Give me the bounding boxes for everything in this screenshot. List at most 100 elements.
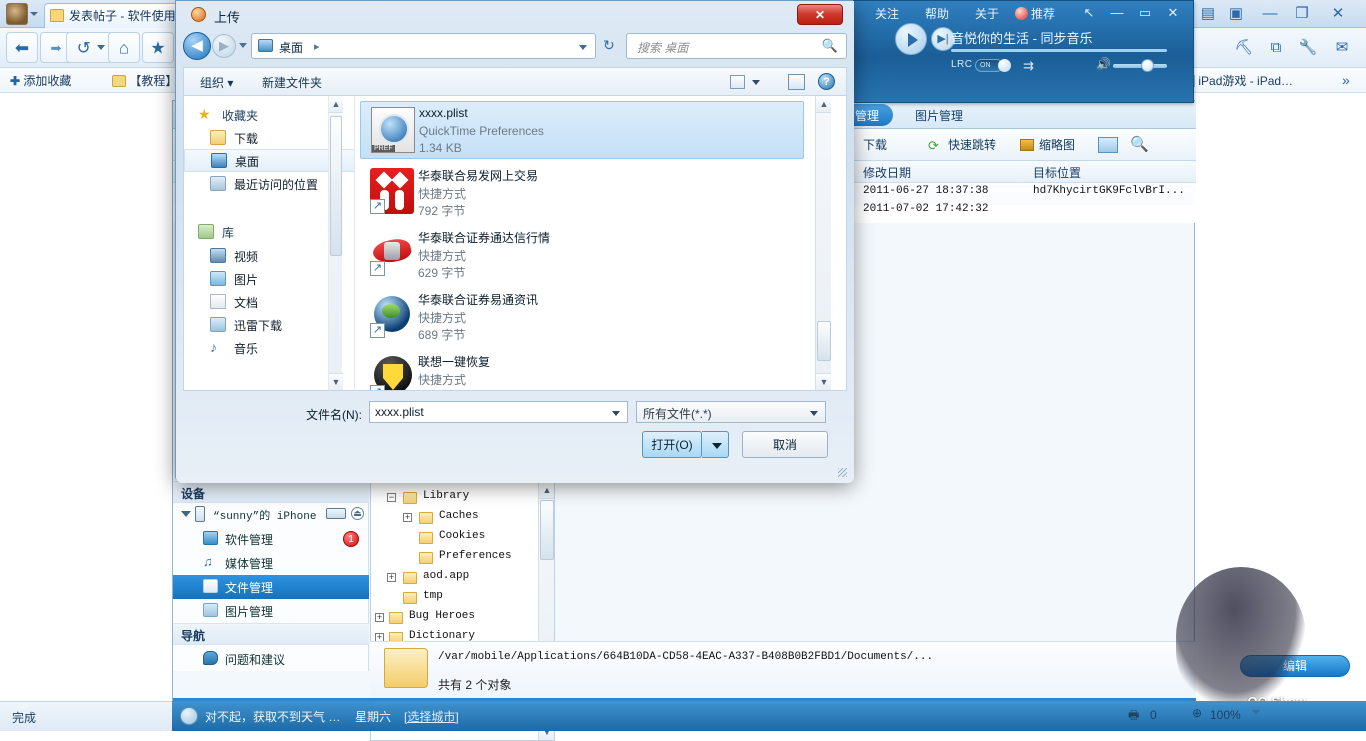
chevron-down-icon[interactable] bbox=[752, 80, 760, 85]
playback-progress-bar[interactable] bbox=[951, 49, 1167, 52]
device-root[interactable]: “sunny”的 iPhone ⏏ bbox=[173, 503, 369, 527]
tab-picture-manage[interactable]: 图片管理 bbox=[901, 104, 977, 126]
scrollbar-thumb[interactable] bbox=[540, 500, 554, 560]
chevron-down-icon[interactable] bbox=[30, 12, 38, 16]
navpane-scrollbar[interactable]: ▲ ▼ bbox=[328, 96, 343, 390]
scroll-down-icon[interactable]: ▼ bbox=[816, 373, 831, 390]
scrollbar-thumb[interactable] bbox=[817, 321, 831, 361]
filename-input[interactable]: xxxx.plist bbox=[369, 401, 628, 423]
wrench-icon[interactable]: 🔧 bbox=[1296, 36, 1320, 60]
preview-pane-icon[interactable] bbox=[788, 74, 805, 90]
chevron-down-icon[interactable] bbox=[579, 45, 587, 50]
volume-slider-knob[interactable] bbox=[1141, 59, 1154, 72]
weibo-icon[interactable] bbox=[1015, 7, 1028, 20]
home-button[interactable]: ⌂ bbox=[108, 32, 140, 63]
mail-icon[interactable]: ✉ bbox=[1330, 36, 1354, 60]
menu-about[interactable]: 关于 bbox=[975, 5, 999, 22]
file-type-filter-select[interactable]: 所有文件(*.*) bbox=[636, 401, 826, 423]
qqshow-avatar[interactable] bbox=[1176, 567, 1306, 707]
play-button[interactable] bbox=[895, 23, 927, 55]
breadcrumb-separator-icon[interactable]: ▸ bbox=[314, 40, 320, 53]
bookmark-ipad-games[interactable]: iPad游戏 - iPad… bbox=[1185, 72, 1293, 89]
chevron-down-icon[interactable] bbox=[612, 411, 620, 416]
quick-jump-button[interactable]: 快速跳转 bbox=[948, 136, 996, 153]
scroll-up-icon[interactable]: ▲ bbox=[329, 96, 343, 113]
scroll-up-icon[interactable]: ▲ bbox=[539, 482, 554, 499]
back-button[interactable]: ⬅ bbox=[6, 32, 38, 63]
chevron-down-icon[interactable] bbox=[181, 511, 191, 517]
new-folder-button[interactable]: 新建文件夹 bbox=[262, 74, 322, 91]
volume-slider[interactable] bbox=[1113, 64, 1167, 68]
refresh-icon[interactable]: ↻ bbox=[603, 37, 615, 54]
scroll-down-icon[interactable]: ▼ bbox=[329, 373, 343, 390]
menu-follow[interactable]: 关注 bbox=[875, 5, 899, 22]
resize-grip[interactable] bbox=[838, 468, 847, 477]
playmode-icon[interactable]: ⇉ bbox=[1023, 58, 1034, 74]
back-button[interactable]: ◀ bbox=[183, 32, 211, 60]
add-favorite-button[interactable]: ✚ 添加收藏 bbox=[10, 72, 71, 89]
list-item[interactable]: ↗ 华泰联合证券通达信行情 快捷方式 629 字节 bbox=[360, 225, 804, 283]
list-item[interactable]: ↗ 华泰联合易发网上交易 快捷方式 792 字节 bbox=[360, 163, 804, 221]
restore-icon[interactable]: ❐ bbox=[1290, 2, 1314, 26]
pin-icon[interactable]: ↖ bbox=[1081, 5, 1097, 21]
eject-icon[interactable]: ⏏ bbox=[351, 507, 364, 520]
menu-recommend[interactable]: 推荐 bbox=[1031, 5, 1055, 22]
close-icon[interactable]: ✕ bbox=[1165, 5, 1181, 21]
help-icon[interactable]: ? bbox=[818, 73, 835, 90]
refresh-button[interactable]: ↺ bbox=[66, 32, 112, 63]
bookmark-tutorial[interactable]: 【教程】 bbox=[112, 72, 177, 89]
printer-icon[interactable]: 🖶 bbox=[1128, 706, 1139, 727]
search-input[interactable]: 搜索 桌面 🔍 bbox=[626, 33, 847, 59]
sidebar-item-media-manage[interactable]: ♫ 媒体管理 bbox=[173, 551, 369, 575]
download-button[interactable]: 下载 bbox=[863, 136, 887, 153]
screenshot-icon[interactable]: ⧉ bbox=[1264, 36, 1288, 60]
column-modified-date[interactable]: 修改日期 bbox=[863, 164, 911, 181]
lrc-toggle-knob[interactable] bbox=[998, 59, 1011, 72]
list-item[interactable]: ↗ 华泰联合证券易通资讯 快捷方式 689 字节 bbox=[360, 287, 804, 345]
sidebar-item-software-manage[interactable]: 软件管理 1 bbox=[173, 527, 369, 551]
minimize-icon[interactable]: — bbox=[1109, 5, 1125, 20]
split-view-icon[interactable] bbox=[1098, 137, 1118, 153]
expand-icon[interactable]: + bbox=[375, 613, 384, 622]
maximize-icon[interactable]: ▭ bbox=[1137, 5, 1153, 21]
list-item[interactable]: ↗ 联想一键恢复 快捷方式 bbox=[360, 349, 804, 390]
close-button[interactable]: ✕ bbox=[797, 4, 843, 25]
chevron-down-icon[interactable] bbox=[810, 411, 818, 416]
thumbnail-button[interactable]: 缩略图 bbox=[1039, 136, 1075, 153]
organize-menu[interactable]: 组织 ▾ bbox=[200, 74, 233, 91]
minimize-icon[interactable]: — bbox=[1258, 2, 1282, 26]
broom-icon[interactable]: ⛏ bbox=[1232, 36, 1256, 60]
view-mode-icon[interactable] bbox=[730, 75, 745, 89]
favorites-button[interactable]: ★ bbox=[142, 32, 174, 63]
chat-icon[interactable]: ▤ bbox=[1196, 2, 1220, 26]
open-button[interactable]: 打开(O) bbox=[642, 431, 702, 458]
sidebar-item-file-manage[interactable]: 文件管理 bbox=[173, 575, 369, 599]
file-list-scrollbar[interactable]: ▲ ▼ bbox=[815, 96, 831, 390]
select-city-link[interactable]: [选择城市] bbox=[404, 708, 459, 725]
recent-locations-icon[interactable] bbox=[239, 43, 247, 48]
cancel-button[interactable]: 取消 bbox=[742, 431, 828, 458]
column-target-location[interactable]: 目标位置 bbox=[1033, 164, 1081, 181]
menu-help[interactable]: 帮助 bbox=[925, 5, 949, 22]
sidebar-item-picture-manage[interactable]: 图片管理 bbox=[173, 599, 369, 623]
browser-logo-icon[interactable] bbox=[6, 3, 28, 25]
scrollbar-thumb[interactable] bbox=[330, 116, 342, 256]
sidebar-item-feedback[interactable]: 问题和建议 bbox=[173, 647, 369, 671]
address-breadcrumb-bar[interactable]: 桌面 ▸ bbox=[251, 33, 596, 59]
expand-icon[interactable]: + bbox=[387, 573, 396, 582]
zoom-icon[interactable]: ⊕ bbox=[1192, 706, 1202, 720]
forward-button[interactable]: ▶ bbox=[212, 34, 236, 58]
expand-icon[interactable]: + bbox=[403, 513, 412, 522]
list-item[interactable]: PREF xxxx.plist QuickTime Preferences 1.… bbox=[360, 101, 804, 159]
volume-icon[interactable]: 🔊 bbox=[1096, 57, 1111, 71]
breadcrumb-current[interactable]: 桌面 bbox=[279, 39, 303, 56]
file-list-pane[interactable]: PREF xxxx.plist QuickTime Preferences 1.… bbox=[356, 96, 831, 390]
collapse-icon[interactable]: − bbox=[387, 493, 396, 502]
chevron-down-icon[interactable] bbox=[1252, 710, 1260, 715]
chevron-double-right-icon[interactable]: » bbox=[1342, 72, 1350, 88]
search-icon[interactable]: 🔍 bbox=[1130, 135, 1149, 153]
note-icon[interactable]: ▣ bbox=[1224, 2, 1248, 26]
open-dropdown-button[interactable] bbox=[702, 431, 729, 458]
close-icon[interactable]: ✕ bbox=[1326, 2, 1350, 26]
scroll-up-icon[interactable]: ▲ bbox=[816, 96, 831, 113]
